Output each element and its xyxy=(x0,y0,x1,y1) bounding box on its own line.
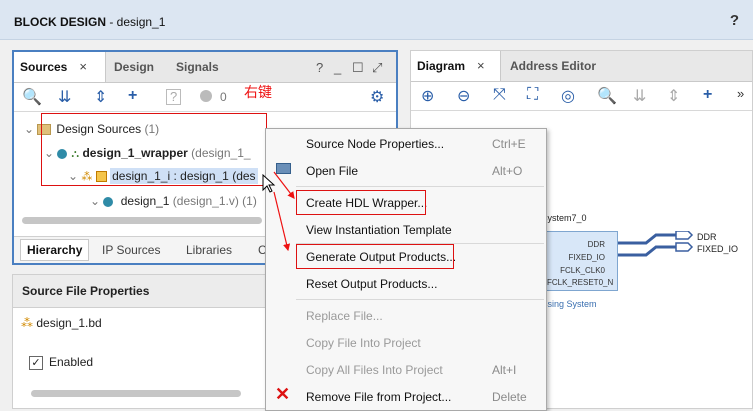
block-subtitle: ssing System xyxy=(543,299,597,309)
annotation-box xyxy=(296,190,426,215)
diagram-toolbar: ⊕ ⊖ ⤧ ⛶ ◎ 🔍 ⇊ ⇕ + » xyxy=(411,82,752,111)
tab-hierarchy[interactable]: Hierarchy xyxy=(20,239,90,261)
port-ddr: DDR xyxy=(587,240,605,249)
restore-icon[interactable]: ☐ xyxy=(352,60,364,76)
cursor-icon xyxy=(262,174,276,193)
annotation-box xyxy=(41,113,267,186)
menu-remove-file-from-project[interactable]: Remove File from Project... xyxy=(306,390,451,404)
horizontal-scrollbar[interactable] xyxy=(31,390,241,397)
search-icon[interactable]: 🔍 xyxy=(22,87,42,107)
info-icon[interactable]: ? xyxy=(166,89,182,105)
port-fixed-io: FIXED_IO xyxy=(568,253,605,262)
annotation-right-click: 右键 xyxy=(244,84,272,100)
output-fixed-io: FIXED_IO xyxy=(697,244,739,254)
zoom-area-icon[interactable]: ⛶ xyxy=(527,86,538,104)
minimize-icon[interactable]: _ xyxy=(334,60,341,75)
menu-separator xyxy=(296,299,544,300)
menu-copy-file-into-project[interactable]: Copy File Into Project xyxy=(306,336,421,350)
sources-toolbar: 🔍 ⇊ ⇕ + ? 0 ⚙ xyxy=(14,83,396,112)
shortcut-alt-o: Alt+O xyxy=(492,164,523,178)
expand-all-icon[interactable]: ⇕ xyxy=(94,87,107,107)
close-icon[interactable]: × xyxy=(79,59,87,74)
shortcut-ctrl-e: Ctrl+E xyxy=(492,137,526,151)
horizontal-scrollbar[interactable] xyxy=(22,217,262,224)
collapse-all-icon[interactable]: ⇊ xyxy=(58,87,71,107)
zynq-block[interactable]: DDR FIXED_IO FCLK_CLK0 FCLK_RESET0_N xyxy=(546,231,618,291)
expand-icon[interactable]: ⇕ xyxy=(667,86,680,106)
menu-source-node-properties[interactable]: Source Node Properties... xyxy=(306,137,444,151)
title-bar: BLOCK DESIGN - design_1 ? xyxy=(0,0,753,40)
menu-replace-file[interactable]: Replace File... xyxy=(306,309,383,323)
add-ip-icon[interactable]: + xyxy=(703,86,712,104)
tab-signals[interactable]: Signals xyxy=(170,52,225,82)
window-title: BLOCK DESIGN - design_1 xyxy=(14,15,166,29)
properties-file: ⁂ design_1.bd xyxy=(21,316,102,330)
tab-address-editor[interactable]: Address Editor xyxy=(504,51,602,81)
center-icon[interactable]: ◎ xyxy=(561,86,575,106)
fit-icon[interactable]: ⤧ xyxy=(493,86,506,104)
zoom-in-icon[interactable]: ⊕ xyxy=(421,86,434,106)
tab-diagram[interactable]: Diagram × xyxy=(411,51,501,81)
help-icon[interactable]: ? xyxy=(730,12,739,29)
more-icon[interactable]: » xyxy=(737,86,744,101)
chevron-down-icon[interactable]: ⌄ xyxy=(24,122,34,136)
tab-design[interactable]: Design xyxy=(108,52,160,82)
shortcut-delete: Delete xyxy=(492,390,527,404)
chevron-down-icon[interactable]: ⌄ xyxy=(90,194,100,208)
port-fclk-clk0: FCLK_CLK0 xyxy=(560,266,605,275)
menu-copy-all-files-into-project[interactable]: Copy All Files Into Project xyxy=(306,363,443,377)
annotation-box xyxy=(296,244,454,269)
status-count: 0 xyxy=(220,90,227,104)
tab-ip-sources[interactable]: IP Sources xyxy=(102,243,160,257)
menu-view-instantiation-template[interactable]: View Instantiation Template xyxy=(306,223,452,237)
collapse-icon[interactable]: ⇊ xyxy=(633,86,646,106)
remove-icon: ✕ xyxy=(275,384,291,404)
enabled-checkbox[interactable]: ✓ Enabled xyxy=(29,355,93,370)
output-ddr: DDR xyxy=(697,232,717,242)
module-icon xyxy=(103,196,114,207)
search-icon[interactable]: 🔍 xyxy=(597,86,617,106)
shortcut-alt-i: Alt+I xyxy=(492,363,517,377)
tab-sources[interactable]: Sources × xyxy=(14,52,106,82)
zoom-out-icon[interactable]: ⊖ xyxy=(457,86,470,106)
menu-reset-output-products[interactable]: Reset Output Products... xyxy=(306,277,437,291)
block-title: system7_0 xyxy=(543,213,587,223)
tab-libraries[interactable]: Libraries xyxy=(186,243,232,257)
checkbox-icon[interactable]: ✓ xyxy=(29,355,43,370)
menu-open-file[interactable]: Open File xyxy=(306,164,358,178)
tree-design-child[interactable]: ⌄ design_1 (design_1.v) (1) xyxy=(90,194,257,208)
menu-separator xyxy=(296,186,544,187)
diagram-tab-row: Diagram × Address Editor xyxy=(411,51,752,82)
help-icon[interactable]: ? xyxy=(316,60,323,75)
add-sources-icon[interactable]: + xyxy=(128,87,137,105)
float-icon[interactable]: ⤢ xyxy=(372,60,382,76)
bd-icon: ⁂ xyxy=(21,316,33,330)
status-icon xyxy=(200,90,212,102)
port-fclk-reset0: FCLK_RESET0_N xyxy=(547,278,614,287)
sources-tab-row: Sources × Design Signals ? _ ☐ ⤢ xyxy=(14,52,396,83)
close-icon[interactable]: × xyxy=(477,58,485,73)
gear-icon[interactable]: ⚙ xyxy=(370,87,384,107)
